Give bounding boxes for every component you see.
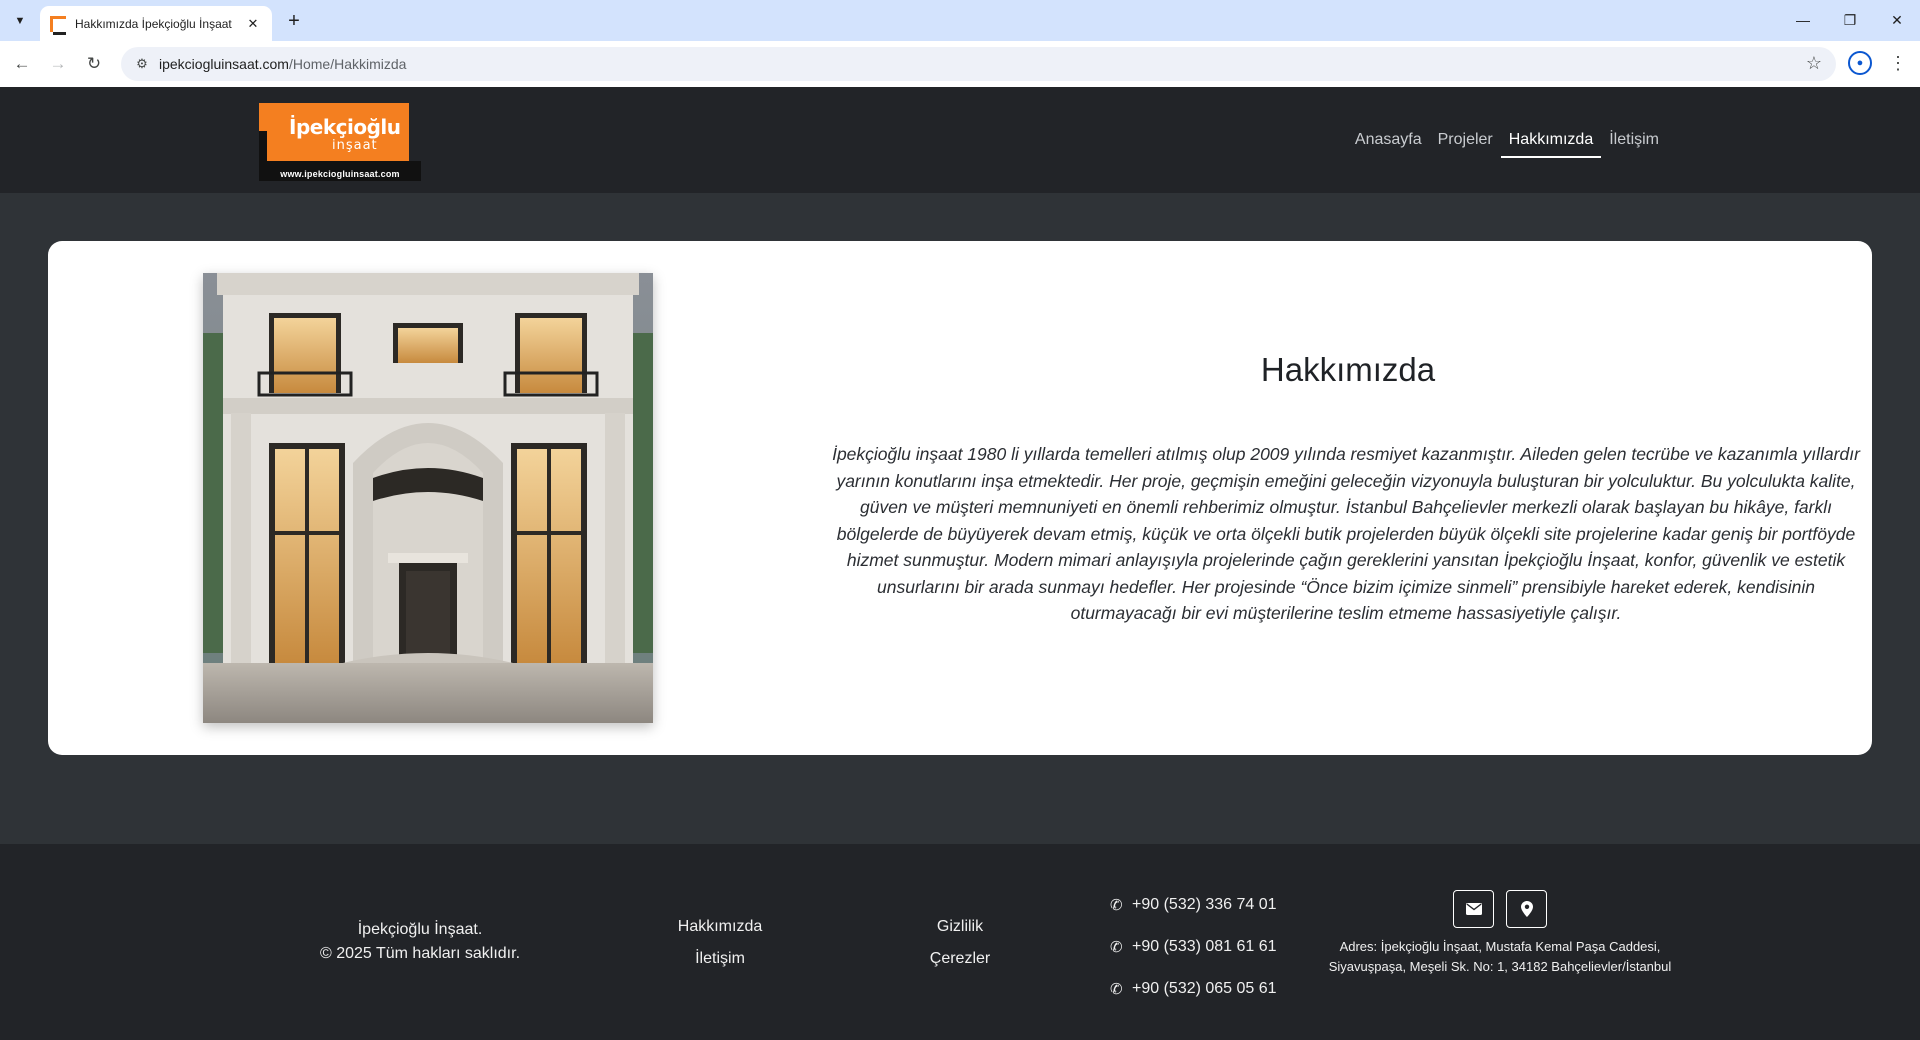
- reload-button[interactable]: ↻: [80, 50, 108, 78]
- address-line-2: Siyavuşpaşa, Meşeli Sk. No: 1, 34182 Bah…: [1328, 959, 1672, 974]
- building-photo: [203, 273, 653, 723]
- footer-link-gizlilik[interactable]: Gizlilik: [880, 911, 1040, 943]
- site-favicon-icon: [50, 15, 66, 35]
- browser-toolbar: ← → ↻ ⚙ ipekciogluinsaat.com/Home/Hakkim…: [0, 41, 1920, 87]
- footer-copyright: © 2025 Tüm hakları saklıdır.: [319, 945, 521, 962]
- footer-address: Adres: İpekçioğlu İnşaat, Mustafa Kemal …: [1310, 937, 1690, 977]
- phone-icon: ✆: [1110, 981, 1123, 998]
- logo-subtitle: inşaat: [332, 138, 378, 153]
- about-title: Hakkımızda: [1260, 351, 1436, 388]
- footer-brand-name: İpekçioğlu İnşaat.: [357, 921, 483, 938]
- logo-url: www.ipekciogluinsaat.com: [259, 167, 421, 181]
- browser-menu-icon[interactable]: ⋮: [1888, 51, 1908, 75]
- footer-brand: İpekçioğlu İnşaat. © 2025 Tüm hakları sa…: [300, 918, 540, 966]
- phone-number: +90 (533) 081 61 61: [1132, 938, 1277, 955]
- main-nav: Anasayfa Projeler Hakkımızda İletişim: [1347, 127, 1667, 158]
- envelope-icon: [1465, 903, 1482, 915]
- back-button[interactable]: ←: [8, 50, 36, 78]
- tab-search-button[interactable]: ▼: [8, 9, 32, 33]
- url-path: /Home/Hakkimizda: [288, 56, 407, 72]
- footer-link-hakkimizda[interactable]: Hakkımızda: [640, 911, 800, 943]
- tab-title: Hakkımızda İpekçioğlu İnşaat: [75, 16, 232, 31]
- url-host: ipekciogluinsaat.com: [159, 56, 289, 72]
- footer-links-1: Hakkımızda İletişim: [640, 911, 800, 975]
- site-logo[interactable]: İpekçioğlu inşaat www.ipekciogluinsaat.c…: [259, 103, 421, 181]
- about-card: Hakkımızda İpekçioğlu inşaat 1980 li yıl…: [48, 241, 1872, 755]
- site-footer: İpekçioğlu İnşaat. © 2025 Tüm hakları sa…: [0, 844, 1920, 1040]
- phone-number: +90 (532) 065 05 61: [1132, 980, 1277, 997]
- nav-link-iletisim[interactable]: İletişim: [1601, 127, 1667, 158]
- url-text: ipekciogluinsaat.com/Home/Hakkimizda: [159, 56, 406, 72]
- footer-phones: ✆ +90 (532) 336 74 01 ✆ +90 (533) 081 61…: [1110, 884, 1277, 1010]
- about-text: İpekçioğlu inşaat 1980 li yıllarda temel…: [832, 444, 1860, 623]
- footer-link-cerezler[interactable]: Çerezler: [880, 943, 1040, 975]
- phone-item[interactable]: ✆ +90 (533) 081 61 61: [1110, 926, 1277, 968]
- minimize-button[interactable]: —: [1780, 6, 1826, 34]
- footer-icon-buttons: [1453, 890, 1547, 928]
- nav-link-hakkimizda[interactable]: Hakkımızda: [1500, 127, 1602, 158]
- profile-icon[interactable]: ●: [1848, 51, 1872, 75]
- footer-links-2: Gizlilik Çerezler: [880, 911, 1040, 975]
- location-button[interactable]: [1506, 890, 1547, 928]
- tab-close-icon[interactable]: ✕: [244, 16, 262, 32]
- map-pin-icon: [1520, 901, 1533, 917]
- email-button[interactable]: [1453, 890, 1494, 928]
- phone-item[interactable]: ✆ +90 (532) 065 05 61: [1110, 968, 1277, 1010]
- footer-link-iletisim[interactable]: İletişim: [640, 943, 800, 975]
- site-header: İpekçioğlu inşaat www.ipekciogluinsaat.c…: [0, 87, 1920, 193]
- new-tab-button[interactable]: +: [282, 9, 306, 33]
- restore-button[interactable]: ❐: [1827, 6, 1873, 34]
- address-line-1: Adres: İpekçioğlu İnşaat, Mustafa Kemal …: [1339, 939, 1661, 954]
- phone-item[interactable]: ✆ +90 (532) 336 74 01: [1110, 884, 1277, 926]
- nav-link-projeler[interactable]: Projeler: [1430, 127, 1501, 158]
- address-bar[interactable]: ⚙ ipekciogluinsaat.com/Home/Hakkimizda ☆: [121, 47, 1836, 81]
- window-close-button[interactable]: ✕: [1874, 6, 1920, 34]
- forward-button[interactable]: →: [44, 50, 72, 78]
- browser-tab[interactable]: Hakkımızda İpekçioğlu İnşaat ✕: [40, 6, 272, 41]
- logo-name: İpekçioğlu: [289, 115, 401, 139]
- phone-icon: ✆: [1110, 939, 1123, 956]
- site-info-icon[interactable]: ⚙: [125, 56, 159, 72]
- browser-tab-strip: ▼ Hakkımızda İpekçioğlu İnşaat ✕ + — ❐ ✕: [0, 0, 1920, 41]
- logo-bar: [259, 131, 267, 161]
- phone-icon: ✆: [1110, 897, 1123, 914]
- nav-link-anasayfa[interactable]: Anasayfa: [1347, 127, 1430, 158]
- bookmark-star-icon[interactable]: ☆: [1806, 53, 1822, 74]
- phone-number: +90 (532) 336 74 01: [1132, 896, 1277, 913]
